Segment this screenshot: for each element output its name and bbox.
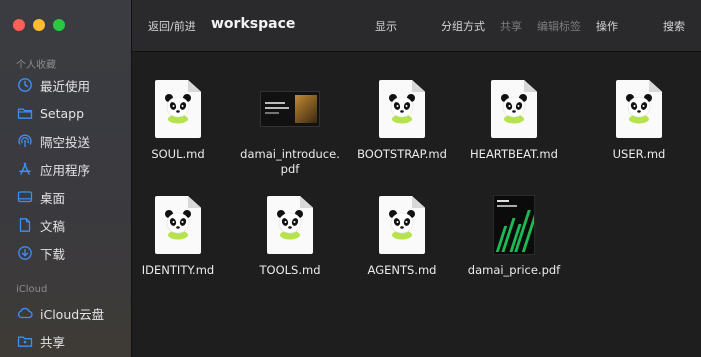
- file-item[interactable]: AGENTS.md: [346, 192, 458, 278]
- sidebar-item-label: Setapp: [40, 105, 85, 121]
- sidebar-item-setapp[interactable]: Setapp: [8, 102, 124, 124]
- file-item[interactable]: damai_introduce. pdf: [234, 76, 346, 177]
- markdown-file-icon: [346, 76, 458, 142]
- search-button[interactable]: 搜索: [663, 18, 685, 34]
- sidebar-item-documents[interactable]: 文稿: [8, 214, 124, 236]
- file-name: BOOTSTRAP.md: [357, 147, 447, 161]
- zoom-button[interactable]: [53, 19, 65, 31]
- shared-folder-icon: [17, 336, 33, 347]
- sidebar-item-desktop[interactable]: 桌面: [8, 186, 124, 208]
- finder-window: 个人收藏 最近使用 Setapp 隔空投送 应用程序 桌面 文稿 下载 iClo…: [0, 0, 701, 357]
- folder-icon: [17, 108, 33, 119]
- sidebar: 个人收藏 最近使用 Setapp 隔空投送 应用程序 桌面 文稿 下载 iClo…: [0, 0, 132, 357]
- sidebar-item-label: 下载: [40, 246, 66, 262]
- file-name: damai_price.pdf: [467, 263, 561, 277]
- file-item[interactable]: HEARTBEAT.md: [458, 76, 570, 162]
- file-grid: SOUL.md damai_introduce. pdf BOOTSTRAP.m…: [132, 52, 701, 357]
- markdown-file-icon: [122, 76, 234, 142]
- file-item[interactable]: BOOTSTRAP.md: [346, 76, 458, 162]
- sidebar-item-shared[interactable]: 共享: [8, 330, 124, 352]
- sidebar-item-label: iCloud云盘: [40, 306, 105, 322]
- file-item[interactable]: damai_price.pdf: [458, 192, 570, 278]
- markdown-file-icon: [234, 192, 346, 258]
- sidebar-item-label: 隔空投送: [40, 134, 91, 150]
- share-button[interactable]: 共享: [500, 18, 522, 34]
- sidebar-item-icloud-drive[interactable]: iCloud云盘: [8, 302, 124, 324]
- back-forward-button[interactable]: 返回/前进: [148, 18, 196, 34]
- sidebar-item-airdrop[interactable]: 隔空投送: [8, 130, 124, 152]
- file-name: AGENTS.md: [367, 263, 437, 277]
- sidebar-item-downloads[interactable]: 下载: [8, 242, 124, 264]
- edit-tags-button[interactable]: 编辑标签: [537, 18, 581, 34]
- applications-icon: [19, 162, 31, 175]
- favorites-section-title: 个人收藏: [16, 60, 56, 71]
- close-button[interactable]: [13, 19, 25, 31]
- file-name: IDENTITY.md: [141, 263, 215, 277]
- markdown-file-icon: [583, 76, 695, 142]
- file-item[interactable]: IDENTITY.md: [122, 192, 234, 278]
- desktop-icon: [17, 191, 33, 203]
- cloud-icon: [17, 307, 33, 319]
- window-title: workspace: [211, 16, 296, 32]
- document-icon: [19, 218, 31, 232]
- pdf-thumbnail-icon: [458, 192, 570, 258]
- sidebar-item-label: 文稿: [40, 218, 66, 234]
- file-name: SOUL.md: [151, 147, 205, 161]
- icloud-section-title: iCloud: [16, 284, 48, 295]
- sidebar-item-label: 最近使用: [40, 78, 91, 94]
- window-controls: [13, 19, 65, 31]
- view-button[interactable]: 显示: [375, 18, 397, 34]
- toolbar: 返回/前进 workspace 显示 分组方式 共享 编辑标签 操作 搜索: [132, 0, 701, 52]
- sidebar-item-label: 桌面: [40, 190, 66, 206]
- file-item[interactable]: SOUL.md: [122, 76, 234, 162]
- file-name: HEARTBEAT.md: [470, 147, 558, 161]
- group-button[interactable]: 分组方式: [441, 18, 485, 34]
- sidebar-item-label: 共享: [40, 334, 66, 350]
- pdf-thumbnail-icon: [234, 76, 346, 142]
- markdown-file-icon: [122, 192, 234, 258]
- file-name: USER.md: [612, 147, 666, 161]
- markdown-file-icon: [346, 192, 458, 258]
- sidebar-item-applications[interactable]: 应用程序: [8, 158, 124, 180]
- file-item[interactable]: USER.md: [583, 76, 695, 162]
- file-item[interactable]: TOOLS.md: [234, 192, 346, 278]
- download-icon: [18, 246, 32, 260]
- action-button[interactable]: 操作: [596, 18, 618, 34]
- file-name: damai_introduce. pdf: [240, 147, 340, 176]
- clock-icon: [18, 78, 32, 92]
- sidebar-item-recents[interactable]: 最近使用: [8, 74, 124, 96]
- airdrop-icon: [18, 134, 32, 147]
- file-name: TOOLS.md: [259, 263, 321, 277]
- sidebar-item-label: 应用程序: [40, 162, 91, 178]
- minimize-button[interactable]: [33, 19, 45, 31]
- markdown-file-icon: [458, 76, 570, 142]
